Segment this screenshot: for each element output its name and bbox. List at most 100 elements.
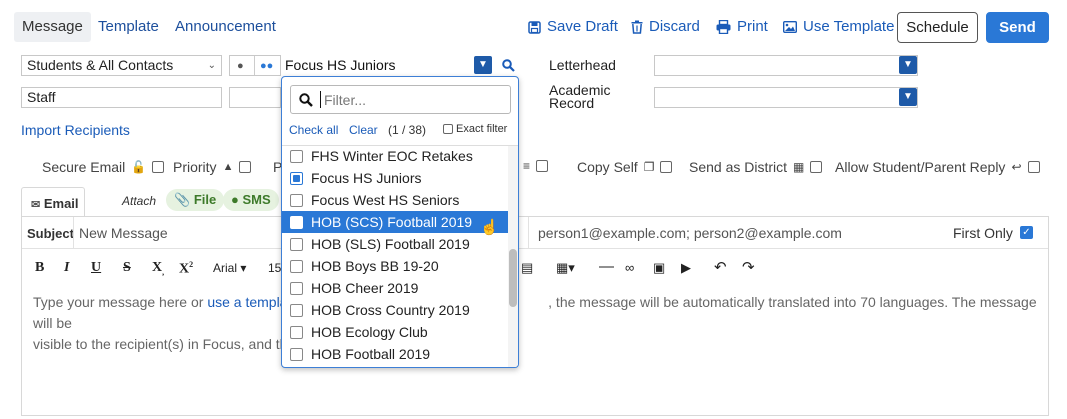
use-template-label: Use Template <box>803 18 895 35</box>
item-label: HOB Boys BB 19-20 <box>311 258 439 274</box>
item-label: HOB Cheer 2019 <box>311 280 419 296</box>
send-button[interactable]: Send <box>986 12 1049 43</box>
priority-checkbox[interactable] <box>239 161 252 173</box>
list-item[interactable]: HOB (SLS) Football 2019 <box>282 233 508 255</box>
allow-reply-option[interactable]: Allow Student/Parent Reply ↩ <box>835 159 1040 175</box>
copy-self-option[interactable]: Copy Self ❐ <box>577 159 673 175</box>
letterhead-select[interactable] <box>654 55 918 76</box>
list-item[interactable]: Focus HS Juniors <box>282 167 508 189</box>
divider <box>528 217 529 249</box>
discard-label: Discard <box>649 18 700 35</box>
body-text-prefix: Type your message here or <box>33 294 208 310</box>
schedule-button[interactable]: Schedule <box>897 12 978 43</box>
scrollbar-thumb[interactable] <box>509 249 517 307</box>
building-icon: ▦ <box>793 160 805 174</box>
send-as-district-checkbox[interactable] <box>810 161 823 173</box>
video-icon[interactable]: ▶ <box>681 260 691 276</box>
list-item[interactable]: FHS Winter EOC Retakes <box>282 145 508 167</box>
image-icon[interactable]: ▣ <box>653 260 665 276</box>
import-recipients-link[interactable]: Import Recipients <box>21 122 130 138</box>
list-item[interactable]: HOB Boys BB 19-20 <box>282 255 508 277</box>
text-cursor <box>320 91 321 108</box>
list-item[interactable]: HOB Football 2019 <box>282 343 508 365</box>
item-checkbox[interactable] <box>290 303 303 317</box>
allow-reply-label: Allow Student/Parent Reply <box>835 159 1006 175</box>
exact-filter-label: Exact filter <box>456 123 508 135</box>
undo-icon[interactable]: ↶ <box>714 258 727 276</box>
font-size-value[interactable]: 15 <box>268 261 281 275</box>
redo-icon[interactable]: ↷ <box>742 258 755 276</box>
list-item[interactable]: HOB (SCS) Football 2019 <box>282 211 508 233</box>
group-dropdown-arrow[interactable]: ▼ <box>474 56 492 74</box>
strikethrough-button[interactable]: S <box>123 260 131 276</box>
subscript-button[interactable]: X, <box>152 260 164 277</box>
font-family-select[interactable]: Arial ▾ <box>213 261 246 275</box>
paste-text-icon[interactable]: ▤ <box>521 260 533 276</box>
audience-select[interactable]: Students & All Contacts ⌄ <box>21 55 222 76</box>
tab-template[interactable]: Template <box>98 12 159 42</box>
search-icon[interactable] <box>502 59 515 72</box>
staff-field[interactable]: Staff <box>21 87 222 108</box>
use-template-button[interactable]: Use Template <box>783 12 894 42</box>
tab-message[interactable]: Message <box>14 12 91 42</box>
item-checkbox[interactable] <box>290 237 303 251</box>
copy-self-checkbox[interactable] <box>660 161 673 173</box>
link-icon[interactable]: ∞ <box>625 260 634 275</box>
bold-button[interactable]: B <box>35 260 44 276</box>
group-dropdown-menu: Filter... Check all Clear (1 / 38) Exact… <box>281 76 519 368</box>
priority-option[interactable]: Priority ▲ <box>173 159 252 175</box>
body-text-line2: visible to the recipient(s) in Focus, an… <box>33 336 296 352</box>
secure-email-option[interactable]: Secure Email 🔓 <box>42 159 165 175</box>
letterhead-dropdown-arrow[interactable]: ▼ <box>899 56 917 74</box>
academic-record-dropdown-arrow[interactable]: ▼ <box>899 88 917 106</box>
allow-reply-checkbox[interactable] <box>1027 161 1040 173</box>
secondary-field[interactable] <box>229 87 281 108</box>
list-item[interactable]: HOB Ecology Club <box>282 321 508 343</box>
item-checkbox[interactable] <box>290 281 303 295</box>
to-addresses[interactable]: person1@example.com; person2@example.com <box>538 225 842 241</box>
editor-body[interactable]: Type your message here or use a template… <box>33 292 1043 355</box>
subject-input[interactable]: New Message <box>79 225 168 241</box>
tab-announcement[interactable]: Announcement <box>175 12 276 42</box>
list-item[interactable]: Focus West HS Seniors <box>282 189 508 211</box>
list-option[interactable]: ≡ <box>523 159 549 173</box>
first-only-checkbox[interactable]: ✓ <box>1020 226 1033 239</box>
discard-button[interactable]: Discard <box>631 12 700 42</box>
superscript-button[interactable]: X2 <box>179 260 193 278</box>
clear-link[interactable]: Clear <box>349 123 378 137</box>
item-checkbox[interactable] <box>290 193 303 207</box>
italic-button[interactable]: I <box>64 260 69 276</box>
copy-self-label: Copy Self <box>577 159 638 175</box>
exact-filter-option[interactable]: Exact filter <box>443 123 507 135</box>
academic-record-select[interactable] <box>654 87 918 108</box>
item-checkbox[interactable] <box>290 347 303 361</box>
sms-chip[interactable]: ● SMS <box>223 189 279 211</box>
item-checkbox[interactable] <box>290 215 303 229</box>
item-checkbox[interactable] <box>290 259 303 273</box>
subject-row <box>22 217 1048 249</box>
item-checkbox[interactable] <box>290 325 303 339</box>
print-button[interactable]: Print <box>716 12 768 42</box>
group-select[interactable]: Focus HS Juniors <box>285 55 495 76</box>
send-as-district-option[interactable]: Send as District ▦ <box>689 159 823 175</box>
check-all-link[interactable]: Check all <box>289 123 338 137</box>
file-chip[interactable]: 📎 File <box>166 189 225 211</box>
image-icon <box>783 21 797 33</box>
list-item[interactable]: HOB Cheer 2019 <box>282 277 508 299</box>
underline-button[interactable]: U <box>91 260 101 276</box>
list-item[interactable]: HOB Cross Country 2019 <box>282 299 508 321</box>
save-draft-button[interactable]: Save Draft <box>528 12 618 42</box>
item-checkbox[interactable] <box>290 149 303 163</box>
horizontal-rule-icon[interactable]: — <box>599 258 614 275</box>
copy-icon: ❐ <box>643 160 655 174</box>
table-icon[interactable]: ▦▾ <box>556 260 575 276</box>
item-checkbox[interactable] <box>290 171 303 185</box>
paperclip-icon: 📎 <box>174 192 191 207</box>
secure-email-checkbox[interactable] <box>152 161 165 173</box>
recipient-type-toggle[interactable]: ● ●● <box>229 55 281 76</box>
exact-filter-checkbox[interactable] <box>443 124 453 134</box>
item-label: HOB Cross Country 2019 <box>311 302 470 318</box>
list-checkbox[interactable] <box>536 160 549 172</box>
filter-input[interactable]: Filter... <box>290 85 511 114</box>
email-tab[interactable]: ✉ Email <box>21 187 85 217</box>
